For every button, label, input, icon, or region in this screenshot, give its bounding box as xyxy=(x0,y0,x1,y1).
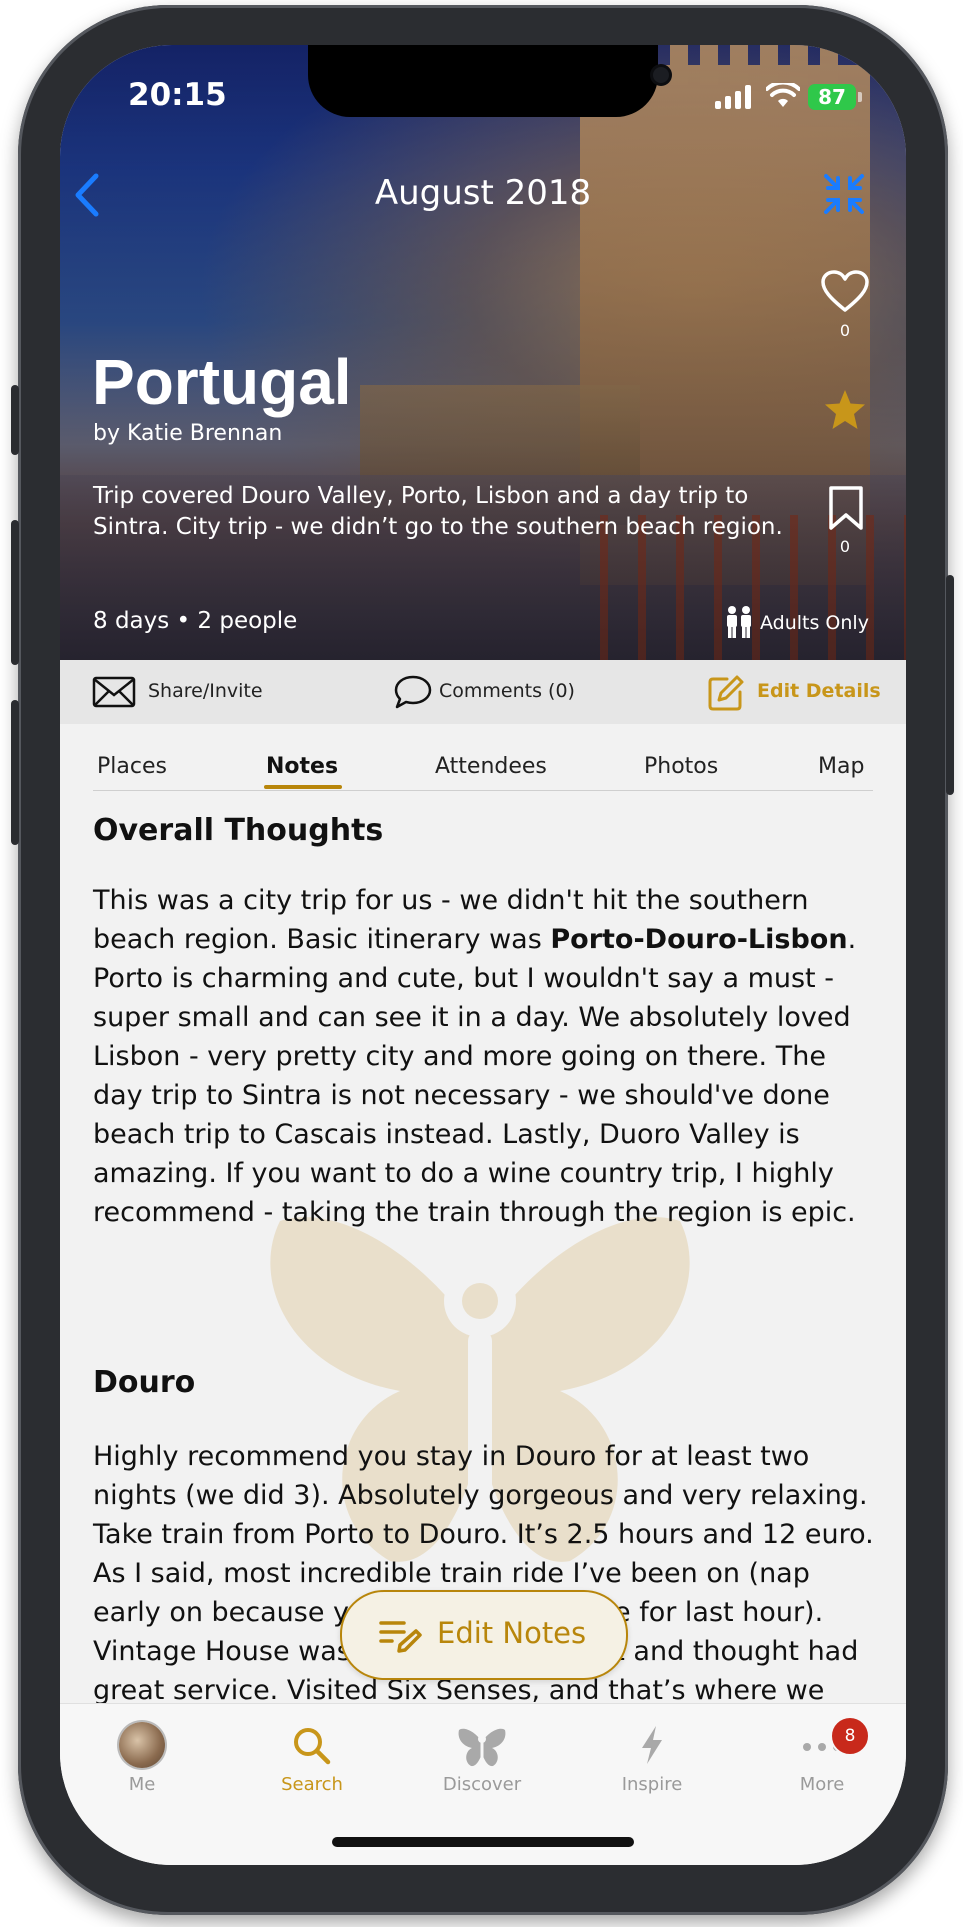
envelope-icon[interactable] xyxy=(92,676,136,708)
tab-places[interactable]: Places xyxy=(97,754,167,779)
notch xyxy=(308,45,669,117)
star-icon[interactable] xyxy=(823,388,867,432)
audience-label: Adults Only xyxy=(760,612,869,634)
search-icon xyxy=(294,1728,331,1765)
edit-notes-button[interactable]: Edit Notes xyxy=(340,1590,628,1680)
tab-more-label: More xyxy=(799,1774,845,1795)
likes-count: 0 xyxy=(839,321,851,340)
tab-inspire[interactable]: Inspire xyxy=(592,1704,712,1814)
battery-cap xyxy=(858,92,862,102)
section-title-douro: Douro xyxy=(93,1365,196,1400)
tab-me[interactable]: Me xyxy=(82,1704,202,1814)
header-title: August 2018 xyxy=(374,173,592,213)
overall-text-part2: . Porto is charming and cute, but I woul… xyxy=(93,924,857,1228)
tab-discover[interactable]: Discover xyxy=(422,1704,542,1814)
tab-active-indicator xyxy=(264,785,342,789)
comment-icon[interactable] xyxy=(393,674,433,710)
trip-meta: 8 days • 2 people xyxy=(93,608,298,634)
tab-me-label: Me xyxy=(128,1774,156,1795)
edit-details-button[interactable]: Edit Details xyxy=(757,680,881,702)
saves-count: 0 xyxy=(839,537,851,556)
power-button xyxy=(946,575,954,795)
edit-notes-label: Edit Notes xyxy=(437,1616,587,1650)
tab-search[interactable]: Search xyxy=(252,1704,372,1814)
avatar xyxy=(119,1722,165,1768)
douro-text: Highly recommend you stay in Douro for a… xyxy=(93,1441,874,1739)
bookmark-icon[interactable] xyxy=(828,485,864,531)
tab-search-label: Search xyxy=(281,1774,343,1795)
butterfly-icon xyxy=(458,1728,506,1767)
tab-strip: Places Notes Attendees Photos Map xyxy=(60,724,906,790)
tab-notes[interactable]: Notes xyxy=(266,754,338,779)
notification-badge: 8 xyxy=(830,1716,870,1756)
volume-down-button xyxy=(11,700,19,845)
trip-title: Portugal xyxy=(92,346,352,418)
section-title-overall: Overall Thoughts xyxy=(93,813,384,848)
tab-discover-label: Discover xyxy=(442,1774,522,1795)
heart-icon[interactable] xyxy=(820,270,870,314)
home-indicator[interactable] xyxy=(332,1837,634,1847)
comments-button[interactable]: Comments (0) xyxy=(439,680,575,702)
tab-map[interactable]: Map xyxy=(818,754,864,779)
volume-up-button xyxy=(11,520,19,665)
tab-photos[interactable]: Photos xyxy=(644,754,718,779)
battery-icon: 87 xyxy=(808,84,856,110)
action-bar: Share/Invite Comments (0) Edit Details xyxy=(60,660,906,724)
trip-description: Trip covered Douro Valley, Porto, Lisbon… xyxy=(93,483,783,540)
tab-attendees[interactable]: Attendees xyxy=(435,754,547,779)
adults-icon xyxy=(727,606,751,638)
tab-more[interactable]: 8 More xyxy=(762,1704,882,1814)
tab-inspire-label: Inspire xyxy=(621,1774,683,1795)
status-time: 20:15 xyxy=(128,77,227,113)
signal-icon xyxy=(715,85,755,109)
edit-icon[interactable] xyxy=(707,674,745,712)
front-camera xyxy=(653,67,669,83)
edit-notes-icon xyxy=(379,1621,422,1653)
share-invite-button[interactable]: Share/Invite xyxy=(148,680,263,702)
trip-author[interactable]: by Katie Brennan xyxy=(93,421,282,446)
itinerary-bold: Porto-Douro-Lisbon xyxy=(550,924,848,955)
collapse-icon[interactable] xyxy=(822,172,866,216)
lightning-icon xyxy=(642,1726,662,1764)
overall-thoughts-text: This was a city trip for us - we didn't … xyxy=(93,881,883,1232)
mute-switch xyxy=(11,385,19,455)
app-screen: 20:15 87 August 2018 0 0 Portugal by Kat… xyxy=(60,45,906,1865)
wifi-icon xyxy=(766,83,800,107)
